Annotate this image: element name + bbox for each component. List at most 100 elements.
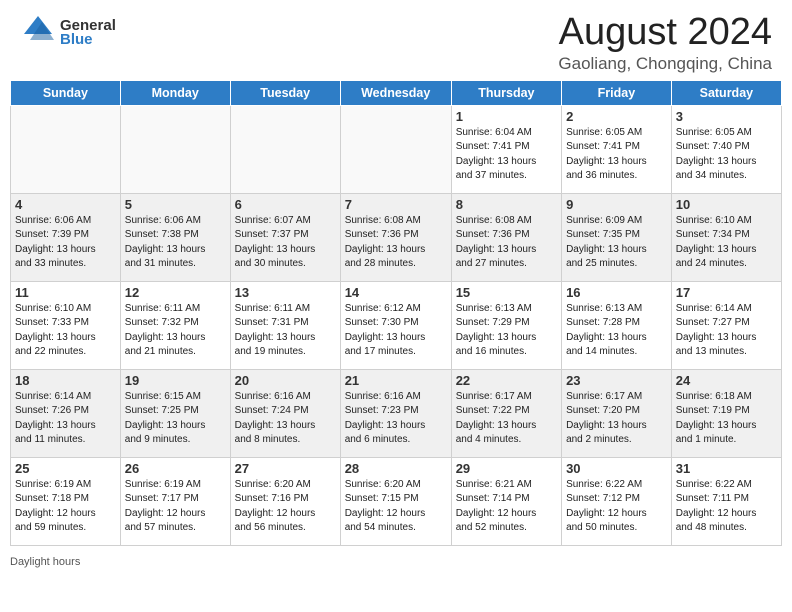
date-number: 17 bbox=[676, 285, 777, 300]
date-number: 8 bbox=[456, 197, 557, 212]
cell-info: Sunrise: 6:15 AMSunset: 7:25 PMDaylight:… bbox=[125, 390, 226, 448]
date-number: 29 bbox=[456, 461, 557, 476]
calendar-cell: 22 Sunrise: 6:17 AMSunset: 7:22 PMDayligh… bbox=[451, 369, 561, 457]
cell-info: Sunrise: 6:08 AMSunset: 7:36 PMDaylight:… bbox=[345, 214, 447, 272]
cell-info: Sunrise: 6:11 AMSunset: 7:32 PMDaylight:… bbox=[125, 302, 226, 360]
date-number: 19 bbox=[125, 373, 226, 388]
calendar-cell: 26 Sunrise: 6:19 AMSunset: 7:17 PMDayligh… bbox=[120, 457, 230, 545]
cell-info: Sunrise: 6:19 AMSunset: 7:17 PMDaylight:… bbox=[125, 478, 226, 536]
calendar-cell bbox=[230, 105, 340, 193]
logo: General Blue bbox=[20, 12, 116, 53]
calendar-body: 1Sunrise: 6:04 AMSunset: 7:41 PMDaylight… bbox=[11, 105, 782, 545]
calendar-cell: 1Sunrise: 6:04 AMSunset: 7:41 PMDaylight… bbox=[451, 105, 561, 193]
cell-info: Sunrise: 6:13 AMSunset: 7:29 PMDaylight:… bbox=[456, 302, 557, 360]
calendar-cell bbox=[120, 105, 230, 193]
calendar-cell: 10 Sunrise: 6:10 AMSunset: 7:34 PMDayligh… bbox=[671, 193, 781, 281]
date-number: 23 bbox=[566, 373, 667, 388]
cell-info: Sunrise: 6:06 AMSunset: 7:38 PMDaylight:… bbox=[125, 214, 226, 272]
date-number: 26 bbox=[125, 461, 226, 476]
date-number: 30 bbox=[566, 461, 667, 476]
date-number: 11 bbox=[15, 285, 116, 300]
cell-info: Sunrise: 6:11 AMSunset: 7:31 PMDaylight:… bbox=[235, 302, 336, 360]
date-number: 20 bbox=[235, 373, 336, 388]
date-number: 6 bbox=[235, 197, 336, 212]
day-header-wednesday: Wednesday bbox=[340, 80, 451, 105]
date-number: 4 bbox=[15, 197, 116, 212]
date-number: 28 bbox=[345, 461, 447, 476]
cell-info: Sunrise: 6:14 AMSunset: 7:27 PMDaylight:… bbox=[676, 302, 777, 360]
date-number: 10 bbox=[676, 197, 777, 212]
cell-info: Sunrise: 6:10 AMSunset: 7:34 PMDaylight:… bbox=[676, 214, 777, 272]
date-number: 2 bbox=[566, 109, 667, 124]
calendar-table: SundayMondayTuesdayWednesdayThursdayFrid… bbox=[10, 80, 782, 546]
calendar-cell: 8 Sunrise: 6:08 AMSunset: 7:36 PMDaylight… bbox=[451, 193, 561, 281]
calendar-cell: 18 Sunrise: 6:14 AMSunset: 7:26 PMDayligh… bbox=[11, 369, 121, 457]
calendar-cell bbox=[11, 105, 121, 193]
date-number: 31 bbox=[676, 461, 777, 476]
daylight-label: Daylight hours bbox=[10, 556, 80, 568]
calendar-cell: 14 Sunrise: 6:12 AMSunset: 7:30 PMDayligh… bbox=[340, 281, 451, 369]
page-header: General Blue August 2024 Gaoliang, Chong… bbox=[0, 0, 792, 80]
calendar-cell: 30Sunrise: 6:22 AMSunset: 7:12 PMDayligh… bbox=[562, 457, 672, 545]
date-number: 13 bbox=[235, 285, 336, 300]
calendar-cell: 2Sunrise: 6:05 AMSunset: 7:41 PMDaylight… bbox=[562, 105, 672, 193]
calendar-cell: 7 Sunrise: 6:08 AMSunset: 7:36 PMDaylight… bbox=[340, 193, 451, 281]
calendar-cell: 16 Sunrise: 6:13 AMSunset: 7:28 PMDayligh… bbox=[562, 281, 672, 369]
cell-info: Sunrise: 6:09 AMSunset: 7:35 PMDaylight:… bbox=[566, 214, 667, 272]
cell-info: Sunrise: 6:20 AMSunset: 7:15 PMDaylight:… bbox=[345, 478, 447, 536]
cell-info: Sunrise: 6:17 AMSunset: 7:22 PMDaylight:… bbox=[456, 390, 557, 448]
footer: Daylight hours bbox=[0, 552, 792, 570]
cell-info: Sunrise: 6:05 AMSunset: 7:40 PMDaylight:… bbox=[676, 126, 777, 184]
cell-info: Sunrise: 6:21 AMSunset: 7:14 PMDaylight:… bbox=[456, 478, 557, 536]
calendar-cell: 25Sunrise: 6:19 AMSunset: 7:18 PMDayligh… bbox=[11, 457, 121, 545]
calendar-cell: 31 Sunrise: 6:22 AMSunset: 7:11 PMDayligh… bbox=[671, 457, 781, 545]
calendar-cell: 13 Sunrise: 6:11 AMSunset: 7:31 PMDayligh… bbox=[230, 281, 340, 369]
calendar-cell: 28 Sunrise: 6:20 AMSunset: 7:15 PMDayligh… bbox=[340, 457, 451, 545]
cell-info: Sunrise: 6:20 AMSunset: 7:16 PMDaylight:… bbox=[235, 478, 336, 536]
date-number: 12 bbox=[125, 285, 226, 300]
date-number: 14 bbox=[345, 285, 447, 300]
date-number: 27 bbox=[235, 461, 336, 476]
calendar-cell: 23Sunrise: 6:17 AMSunset: 7:20 PMDayligh… bbox=[562, 369, 672, 457]
date-number: 18 bbox=[15, 373, 116, 388]
calendar-cell: 20Sunrise: 6:16 AMSunset: 7:24 PMDayligh… bbox=[230, 369, 340, 457]
calendar-cell: 29 Sunrise: 6:21 AMSunset: 7:14 PMDayligh… bbox=[451, 457, 561, 545]
date-number: 3 bbox=[676, 109, 777, 124]
cell-info: Sunrise: 6:13 AMSunset: 7:28 PMDaylight:… bbox=[566, 302, 667, 360]
date-number: 16 bbox=[566, 285, 667, 300]
date-number: 22 bbox=[456, 373, 557, 388]
day-header-sunday: Sunday bbox=[11, 80, 121, 105]
calendar-cell: 24 Sunrise: 6:18 AMSunset: 7:19 PMDayligh… bbox=[671, 369, 781, 457]
day-header-saturday: Saturday bbox=[671, 80, 781, 105]
cell-info: Sunrise: 6:18 AMSunset: 7:19 PMDaylight:… bbox=[676, 390, 777, 448]
calendar-cell bbox=[340, 105, 451, 193]
calendar-cell: 19 Sunrise: 6:15 AMSunset: 7:25 PMDayligh… bbox=[120, 369, 230, 457]
cell-info: Sunrise: 6:12 AMSunset: 7:30 PMDaylight:… bbox=[345, 302, 447, 360]
date-number: 1 bbox=[456, 109, 557, 124]
date-number: 21 bbox=[345, 373, 447, 388]
cell-info: Sunrise: 6:10 AMSunset: 7:33 PMDaylight:… bbox=[15, 302, 116, 360]
calendar-header: SundayMondayTuesdayWednesdayThursdayFrid… bbox=[11, 80, 782, 105]
cell-info: Sunrise: 6:14 AMSunset: 7:26 PMDaylight:… bbox=[15, 390, 116, 448]
day-header-tuesday: Tuesday bbox=[230, 80, 340, 105]
title-block: August 2024 Gaoliang, Chongqing, China bbox=[558, 12, 772, 74]
cell-info: Sunrise: 6:06 AMSunset: 7:39 PMDaylight:… bbox=[15, 214, 116, 272]
calendar-cell: 3 Sunrise: 6:05 AMSunset: 7:40 PMDaylight… bbox=[671, 105, 781, 193]
date-number: 5 bbox=[125, 197, 226, 212]
date-number: 15 bbox=[456, 285, 557, 300]
calendar-cell: 12 Sunrise: 6:11 AMSunset: 7:32 PMDayligh… bbox=[120, 281, 230, 369]
logo-icon bbox=[20, 12, 56, 48]
cell-info: Sunrise: 6:16 AMSunset: 7:23 PMDaylight:… bbox=[345, 390, 447, 448]
date-number: 24 bbox=[676, 373, 777, 388]
calendar-cell: 11 Sunrise: 6:10 AMSunset: 7:33 PMDayligh… bbox=[11, 281, 121, 369]
calendar-cell: 5 Sunrise: 6:06 AMSunset: 7:38 PMDaylight… bbox=[120, 193, 230, 281]
calendar-cell: 21 Sunrise: 6:16 AMSunset: 7:23 PMDayligh… bbox=[340, 369, 451, 457]
calendar-cell: 27 Sunrise: 6:20 AMSunset: 7:16 PMDayligh… bbox=[230, 457, 340, 545]
calendar-week-5: 25Sunrise: 6:19 AMSunset: 7:18 PMDayligh… bbox=[11, 457, 782, 545]
cell-info: Sunrise: 6:22 AMSunset: 7:11 PMDaylight:… bbox=[676, 478, 777, 536]
cell-info: Sunrise: 6:19 AMSunset: 7:18 PMDaylight:… bbox=[15, 478, 116, 536]
date-number: 7 bbox=[345, 197, 447, 212]
calendar-cell: 15 Sunrise: 6:13 AMSunset: 7:29 PMDayligh… bbox=[451, 281, 561, 369]
calendar-title: August 2024 bbox=[558, 12, 772, 54]
cell-info: Sunrise: 6:08 AMSunset: 7:36 PMDaylight:… bbox=[456, 214, 557, 272]
